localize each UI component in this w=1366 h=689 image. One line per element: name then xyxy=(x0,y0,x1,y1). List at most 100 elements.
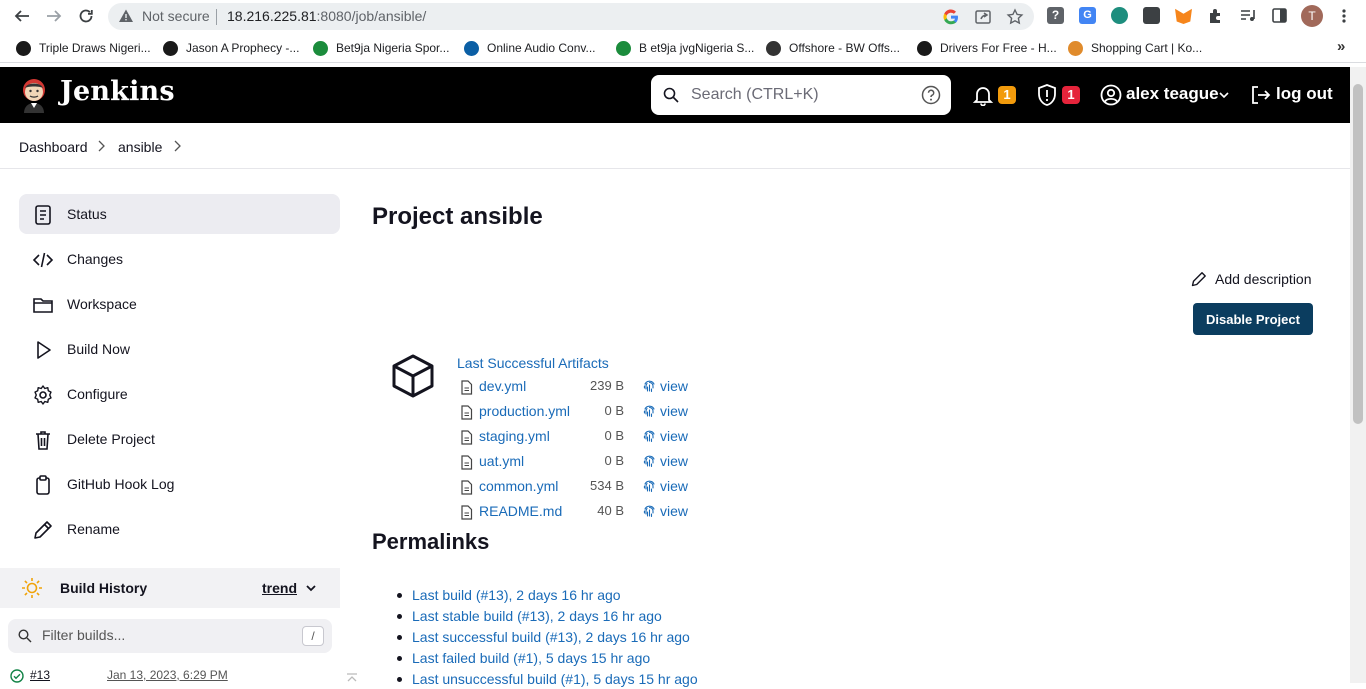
google-icon[interactable] xyxy=(942,8,960,26)
chevron-right-icon[interactable] xyxy=(96,140,106,152)
artifact-file-link[interactable]: README.md xyxy=(479,503,562,519)
add-description-link[interactable]: Add description xyxy=(1190,270,1312,288)
address-bar[interactable]: Not secure 18.216.225.81:8080/job/ansibl… xyxy=(108,3,1034,30)
artifact-row: staging.yml 0 B view xyxy=(460,428,700,448)
more-vertical-icon[interactable] xyxy=(1336,8,1352,24)
status-icon xyxy=(35,205,51,225)
sidebar-item-label: Workspace xyxy=(67,296,137,312)
logout-icon[interactable] xyxy=(1249,84,1271,106)
breadcrumb-dashboard[interactable]: Dashboard xyxy=(19,139,88,155)
profile-avatar[interactable]: T xyxy=(1301,5,1323,27)
pencil-icon xyxy=(34,521,52,539)
build-number-link[interactable]: #13 xyxy=(30,668,50,682)
artifact-file-link[interactable]: uat.yml xyxy=(479,453,524,469)
notifications-badge[interactable]: 1 xyxy=(998,86,1016,104)
sidebar-item-delete-project[interactable]: Delete Project xyxy=(19,419,340,459)
sidebar-item-workspace[interactable]: Workspace xyxy=(19,284,340,324)
bet9ja-icon xyxy=(313,40,328,56)
permalink-item[interactable]: Last build (#13), 2 days 16 hr ago xyxy=(397,587,717,605)
jenkins-logo-icon[interactable] xyxy=(18,77,50,113)
trash-icon xyxy=(36,431,50,450)
url-host: 18.216.225.81 xyxy=(227,8,317,24)
artifact-view-link[interactable]: view xyxy=(643,378,688,394)
scrollbar-thumb[interactable] xyxy=(1353,84,1363,424)
bookmark-item[interactable]: Bet9ja Nigeria Spor... xyxy=(313,40,449,56)
offshore-icon xyxy=(766,40,781,56)
artifact-view-link[interactable]: view xyxy=(643,478,688,494)
help-icon[interactable] xyxy=(921,85,941,105)
sidebar-item-status[interactable]: Status xyxy=(19,194,340,234)
media-control-icon[interactable] xyxy=(1239,7,1256,24)
star-icon[interactable] xyxy=(1006,8,1024,26)
build-date-link[interactable]: Jan 13, 2023, 6:29 PM xyxy=(107,668,228,682)
help-extension-icon[interactable]: ? xyxy=(1047,7,1064,24)
artifact-file-link[interactable]: dev.yml xyxy=(479,378,526,394)
permalink-item[interactable]: Last failed build (#1), 5 days 15 hr ago xyxy=(397,650,717,668)
side-panel-icon[interactable] xyxy=(1271,7,1288,24)
artifact-view-label: view xyxy=(660,428,689,444)
artifact-file-link[interactable]: staging.yml xyxy=(479,428,550,444)
artifact-view-link[interactable]: view xyxy=(643,503,688,519)
security-badge[interactable]: 1 xyxy=(1062,86,1080,104)
permalink-item[interactable]: Last successful build (#13), 2 days 16 h… xyxy=(397,629,717,647)
last-successful-artifacts-link[interactable]: Last Successful Artifacts xyxy=(457,355,609,371)
sidebar-item-rename[interactable]: Rename xyxy=(19,509,340,549)
logout-link[interactable]: log out xyxy=(1276,84,1333,104)
more-bookmarks-button[interactable]: » xyxy=(1337,38,1345,55)
user-icon[interactable] xyxy=(1100,84,1122,106)
app-title[interactable]: Jenkins xyxy=(60,76,175,107)
grammarly-extension-icon[interactable] xyxy=(1111,7,1128,24)
artifact-view-link[interactable]: view xyxy=(643,453,688,469)
build-history-title: Build History xyxy=(60,580,148,596)
bookmark-item[interactable]: Shopping Cart | Ko... xyxy=(1068,40,1202,56)
sidebar-item-github-hook-log[interactable]: GitHub Hook Log xyxy=(19,464,340,504)
permalink-label: Last stable build (#13), 2 days 16 hr ag… xyxy=(412,608,662,624)
bookmark-item[interactable]: Offshore - BW Offs... xyxy=(766,40,900,56)
artifact-view-label: view xyxy=(660,453,689,469)
permalink-item[interactable]: Last unsuccessful build (#1), 5 days 15 … xyxy=(397,671,717,689)
artifact-file-size: 0 B xyxy=(604,428,624,443)
forward-button[interactable] xyxy=(42,5,66,27)
breadcrumb-ansible[interactable]: ansible xyxy=(118,139,162,155)
bookmark-item[interactable]: Online Audio Conv... xyxy=(464,40,596,56)
filter-builds[interactable]: / xyxy=(8,619,332,653)
chevron-down-icon[interactable] xyxy=(1218,89,1230,101)
download-extension-icon[interactable] xyxy=(1143,7,1160,24)
artifact-view-link[interactable]: view xyxy=(643,428,688,444)
bookmark-item[interactable]: Jason A Prophecy -... xyxy=(163,40,299,56)
bookmark-item[interactable]: Drivers For Free - H... xyxy=(917,40,1057,56)
metamask-extension-icon[interactable] xyxy=(1175,8,1192,24)
artifact-file-link[interactable]: common.yml xyxy=(479,478,558,494)
artifact-file-link[interactable]: production.yml xyxy=(479,403,570,419)
breadcrumb: Dashboard ansible xyxy=(0,123,1350,169)
chevron-right-icon[interactable] xyxy=(172,140,182,152)
artifact-view-link[interactable]: view xyxy=(643,403,688,419)
permalink-item[interactable]: Last stable build (#13), 2 days 16 hr ag… xyxy=(397,608,717,626)
filter-builds-input[interactable] xyxy=(42,627,292,643)
disable-project-button[interactable]: Disable Project xyxy=(1193,303,1313,335)
translate-extension-icon[interactable]: G xyxy=(1079,7,1096,24)
permalink-label: Last build (#13), 2 days 16 hr ago xyxy=(412,587,621,603)
build-row[interactable]: #13 Jan 13, 2023, 6:29 PM xyxy=(8,667,340,685)
search-input[interactable] xyxy=(691,83,911,107)
sidebar-item-label: Delete Project xyxy=(67,431,155,447)
collapse-top-icon[interactable] xyxy=(344,672,360,683)
sidebar-item-changes[interactable]: Changes xyxy=(19,239,340,279)
sidebar-item-build-now[interactable]: Build Now xyxy=(19,329,340,369)
success-check-icon xyxy=(10,669,24,683)
search-box[interactable] xyxy=(651,75,951,115)
bookmark-label: B et9ja jvgNigeria S... xyxy=(639,41,755,55)
trend-link[interactable]: trend xyxy=(262,580,297,596)
back-button[interactable] xyxy=(10,5,34,27)
puzzle-icon[interactable] xyxy=(1207,7,1224,24)
bookmark-item[interactable]: B et9ja jvgNigeria S... xyxy=(616,40,754,56)
bookmark-item[interactable]: Triple Draws Nigeri... xyxy=(16,40,151,56)
reload-button[interactable] xyxy=(74,5,98,27)
shield-alert-icon[interactable] xyxy=(1036,83,1058,107)
user-menu-name[interactable]: alex teague xyxy=(1126,84,1219,104)
sidebar-item-configure[interactable]: Configure xyxy=(19,374,340,414)
bell-icon[interactable] xyxy=(972,84,994,106)
chevron-down-icon[interactable] xyxy=(305,582,317,594)
play-icon xyxy=(37,341,51,359)
share-icon[interactable] xyxy=(974,8,992,26)
